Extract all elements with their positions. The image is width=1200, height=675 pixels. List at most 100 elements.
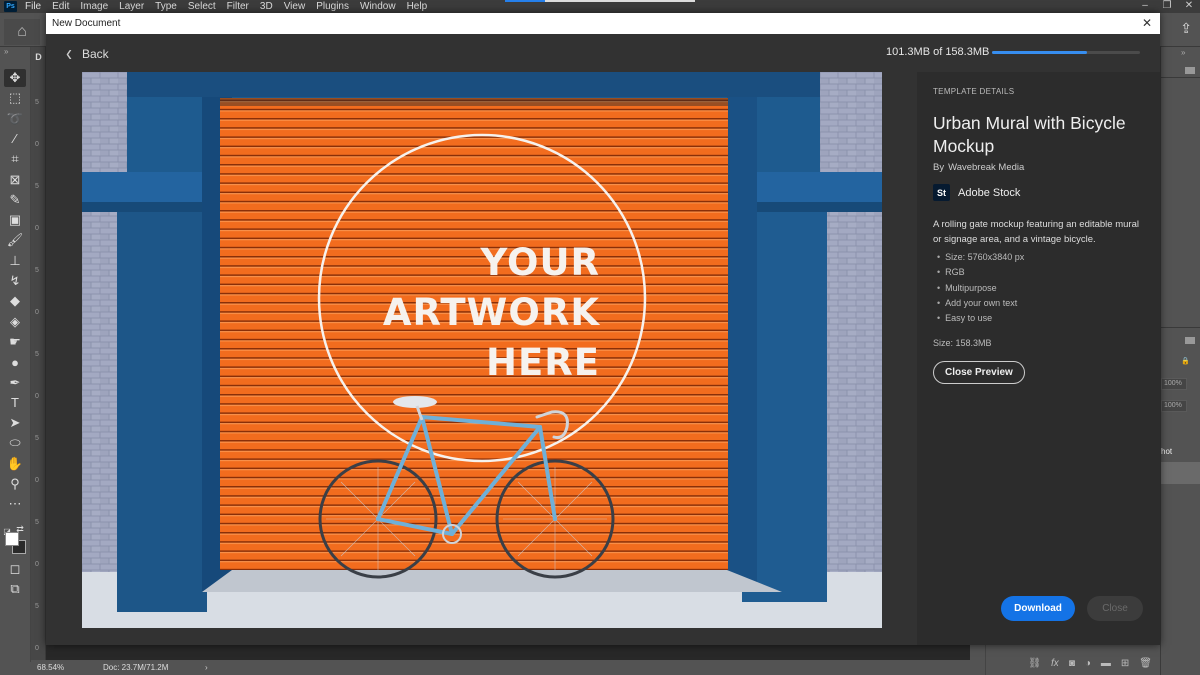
template-size: Size: 158.3MB [933,338,992,349]
collapse-panels-icon[interactable]: » [1181,48,1185,57]
new-document-dialog: New Document ✕ ‹ Back 101.3MB of 158.3MB [46,13,1160,645]
panel-gutter [970,645,985,675]
zoom-tool-icon[interactable]: ⚲ [4,475,26,493]
chevron-left-icon: ‹ [66,39,72,66]
more-tools-icon[interactable]: ⋯ [4,495,26,513]
frame-tool-icon[interactable]: ⊠ [4,171,26,189]
minimize-icon[interactable]: – [1134,0,1156,13]
feature-list: Size: 5760x3840 px RGB Multipurpose Add … [933,250,1144,326]
fill-field[interactable]: 100% [1161,400,1187,412]
eyedropper-tool-icon[interactable]: ✎ [4,191,26,209]
lock-icon[interactable]: 🔒 [1181,357,1190,365]
zoom-level[interactable]: 68.54% [37,663,103,672]
menu-view[interactable]: View [284,0,306,13]
opacity-field[interactable]: 100% [1161,378,1187,390]
fill-row: 100% [1161,398,1200,414]
screen-mode-icon[interactable]: ⧉ [4,580,26,598]
type-tool-icon[interactable]: T [4,394,26,412]
restore-icon[interactable]: ❐ [1156,0,1178,13]
marquee-tool-icon[interactable]: ⬚ [4,89,26,107]
ground-shadow [202,570,782,592]
move-tool-icon[interactable]: ✥ [4,69,26,87]
brush-tool-icon[interactable]: 🖌 [4,231,26,249]
lasso-tool-icon[interactable]: ➰ [4,110,26,128]
eraser-tool-icon[interactable]: ◆ [4,292,26,310]
layer-name[interactable]: hot [1161,447,1172,456]
section-label: TEMPLATE DETAILS [933,87,1015,96]
ellipse-tool-icon[interactable]: ⬭ [4,434,26,452]
ruler-tick-label: 0 [35,309,39,316]
artwork-line-2: ARTWORK [382,291,600,334]
menu-file[interactable]: File [25,0,41,13]
right-panel-dock: » 🔒 100% 100% hot [1160,47,1200,675]
menu-select[interactable]: Select [188,0,216,13]
lock-row: 🔒 [1161,353,1200,369]
feature-item: Easy to use [933,311,1144,326]
history-brush-tool-icon[interactable]: ↯ [4,272,26,290]
dialog-header: ‹ Back 101.3MB of 158.3MB [46,34,1160,71]
menu-layer[interactable]: Layer [119,0,144,13]
close-icon[interactable]: ✕ [1178,0,1200,13]
ruler-tick-label: 5 [35,267,39,274]
document-tab[interactable]: D [31,47,46,67]
dodge-tool-icon[interactable]: ● [4,353,26,371]
quick-mask-icon[interactable]: ◻ [4,560,26,578]
gate-top-shadow [220,98,728,106]
doc-size: Doc: 23.7M/71.2M [103,663,169,672]
crop-tool-icon[interactable]: ⌗ [4,150,26,168]
share-icon[interactable]: ⇪ [1180,20,1192,37]
ruler-tick-label: 0 [35,393,39,400]
close-icon[interactable]: ✕ [1142,16,1152,30]
magic-wand-tool-icon[interactable]: ⁄ [4,130,26,148]
close-button[interactable]: Close [1087,596,1143,621]
menu-type[interactable]: Type [155,0,177,13]
menu-plugins[interactable]: Plugins [316,0,349,13]
artwork-placeholder-text: YOUR ARTWORK HERE [382,238,600,388]
download-button[interactable]: Download [1001,596,1075,621]
menu-edit[interactable]: Edit [52,0,69,13]
layer-thumbnail[interactable] [1161,462,1200,484]
feature-item: Add your own text [933,296,1144,311]
folder-icon[interactable]: ▬ [1101,658,1111,669]
link-icon[interactable]: ⛓ [1028,658,1041,669]
collapse-icon[interactable]: » [4,47,8,56]
foreground-color-swatch[interactable] [5,532,19,546]
left-ledge-shadow [82,202,207,212]
trash-icon[interactable]: 🗑 [1139,658,1152,669]
menu-image[interactable]: Image [80,0,108,13]
stamp-tool-icon[interactable]: ⊥ [4,252,26,270]
menu-help[interactable]: Help [407,0,428,13]
menu-window[interactable]: Window [360,0,396,13]
back-button[interactable]: ‹ Back [66,39,109,66]
path-selection-tool-icon[interactable]: ➤ [4,414,26,432]
template-author: By Wavebreak Media [933,162,1144,173]
healing-tool-icon[interactable]: ▣ [4,211,26,229]
close-preview-button[interactable]: Close Preview [933,361,1025,385]
feature-item: Size: 5760x3840 px [933,250,1144,265]
paint-bucket-tool-icon[interactable]: ◈ [4,313,26,331]
home-icon[interactable]: ⌂ [4,19,40,45]
vertical-ruler: 5 0 5 0 5 0 5 0 5 0 5 0 5 0 [31,47,46,662]
right-frame [727,72,757,592]
ruler-tick-label: 5 [35,351,39,358]
panel-menu-icon[interactable] [1185,67,1195,74]
layers-menu-icon[interactable] [1185,337,1195,344]
status-menu-icon[interactable]: › [205,663,208,672]
ruler-tick-label: 5 [35,435,39,442]
fx-icon[interactable]: fx [1051,658,1059,669]
author-name[interactable]: Wavebreak Media [948,162,1024,173]
menu-3d[interactable]: 3D [260,0,273,13]
template-title: Urban Mural with Bicycle Mockup [933,113,1126,156]
download-progress-fill [992,51,1087,54]
new-layer-icon[interactable]: ⊞ [1121,658,1129,669]
smudge-tool-icon[interactable]: ☛ [4,333,26,351]
mask-icon[interactable]: ◙ [1069,658,1075,669]
brick-wall-right [820,72,882,572]
ruler-tick-label: 5 [35,603,39,610]
adjustment-icon[interactable]: ◑ [1085,658,1091,669]
photoshop-logo-icon: Ps [4,1,17,12]
menu-filter[interactable]: Filter [227,0,249,13]
template-preview-image: YOUR ARTWORK HERE [82,72,882,628]
hand-tool-icon[interactable]: ✋ [4,455,26,473]
pen-tool-icon[interactable]: ✒ [4,374,26,392]
